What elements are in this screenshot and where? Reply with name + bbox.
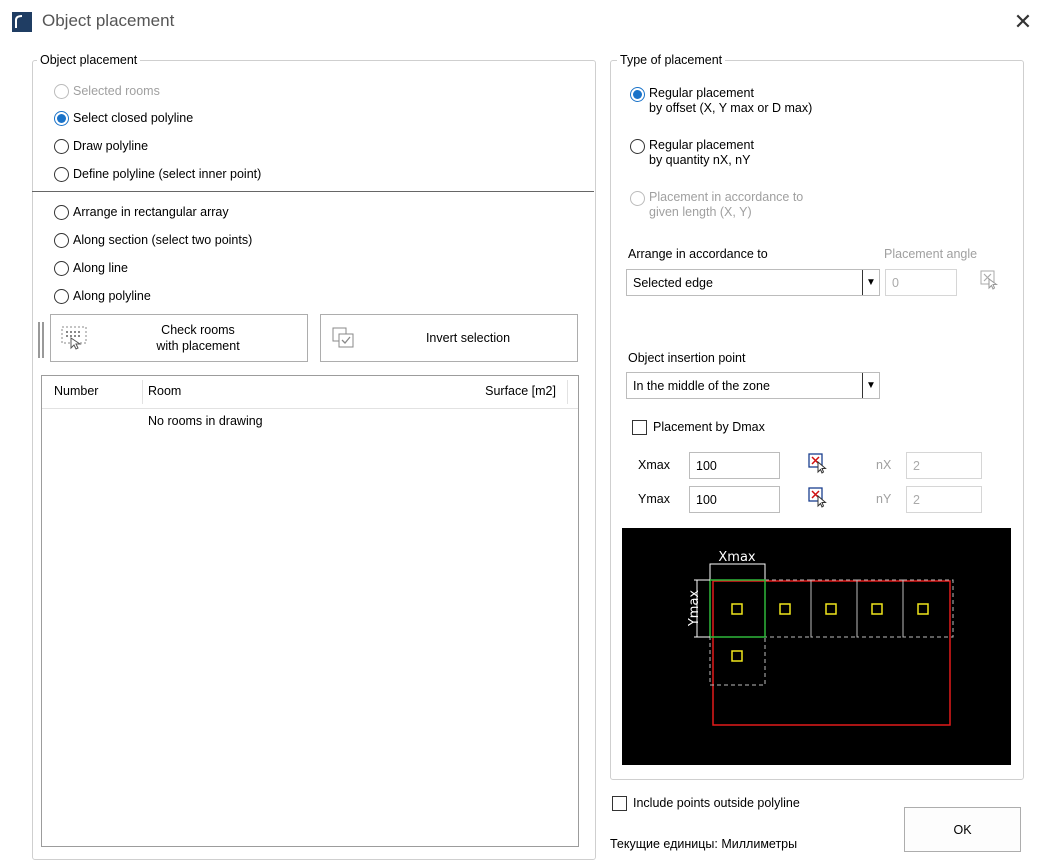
column-divider bbox=[142, 380, 143, 404]
units-text: Текущие единицы: Миллиметры bbox=[610, 837, 798, 851]
invert-selection-label: Invert selection bbox=[425, 331, 511, 345]
ok-label: OK bbox=[953, 822, 972, 837]
chevron-down-icon: ▼ bbox=[862, 270, 879, 295]
ymax-label: Ymax bbox=[638, 492, 670, 506]
app-icon bbox=[12, 12, 32, 32]
radio-regular-offset[interactable]: Regular placement by offset (X, Y max or… bbox=[630, 86, 812, 122]
radio-label: Regular placement by offset (X, Y max or… bbox=[649, 86, 813, 115]
arrange-select[interactable]: Selected edge ▼ bbox=[626, 269, 880, 296]
radio-label: Placement in accordance to given length … bbox=[649, 190, 804, 219]
radio-indicator bbox=[54, 166, 69, 182]
pick-angle-icon[interactable] bbox=[980, 270, 1000, 290]
check-rooms-label: Check rooms with placement bbox=[156, 323, 240, 353]
preview-ymax-text: Ymax bbox=[687, 590, 702, 628]
ny-input[interactable]: 2 bbox=[906, 486, 982, 513]
nx-input[interactable]: 2 bbox=[906, 452, 982, 479]
radio-along-section[interactable]: Along section (select two points) bbox=[54, 230, 252, 250]
radio-indicator bbox=[54, 110, 69, 126]
nx-label: nX bbox=[876, 458, 892, 472]
radio-regular-quantity[interactable]: Regular placement by quantity nX, nY bbox=[630, 138, 754, 174]
placement-preview: Ymax Xmax bbox=[622, 528, 1011, 765]
rooms-table[interactable]: Number Room Surface [m2] No rooms in dra… bbox=[41, 375, 579, 847]
xmax-value: 100 bbox=[696, 458, 717, 473]
radio-indicator bbox=[54, 232, 69, 248]
placement-by-dmax-checkbox[interactable]: Placement by Dmax bbox=[632, 417, 765, 437]
column-header-room[interactable]: Room bbox=[148, 376, 181, 406]
radio-indicator bbox=[630, 139, 645, 154]
column-divider bbox=[567, 380, 568, 404]
radio-indicator bbox=[54, 260, 69, 276]
xmax-input[interactable]: 100 bbox=[689, 452, 780, 479]
check-rooms-button[interactable]: Check rooms with placement bbox=[50, 314, 308, 362]
close-button[interactable]: ✕ bbox=[1011, 10, 1035, 34]
radio-label: Draw polyline bbox=[73, 139, 149, 153]
ymax-value: 100 bbox=[696, 492, 717, 507]
radio-label: Along section (select two points) bbox=[73, 233, 253, 247]
radio-indicator bbox=[630, 191, 645, 206]
radio-indicator bbox=[54, 83, 69, 99]
radio-label: Along polyline bbox=[73, 289, 151, 303]
placement-preview-drawing: Ymax Xmax bbox=[687, 550, 954, 726]
placement-angle-input[interactable]: 0 bbox=[885, 269, 957, 296]
radio-along-line[interactable]: Along line bbox=[54, 258, 128, 278]
checkbox-box bbox=[612, 795, 627, 811]
insertion-point-value: In the middle of the zone bbox=[633, 378, 770, 393]
chevron-down-icon: ▼ bbox=[862, 373, 879, 398]
radio-indicator bbox=[54, 204, 69, 220]
insertion-point-select[interactable]: In the middle of the zone ▼ bbox=[626, 372, 880, 399]
object-placement-group-title: Object placement bbox=[37, 53, 141, 67]
checkbox-label: Placement by Dmax bbox=[653, 420, 765, 434]
radio-indicator bbox=[54, 288, 69, 304]
title-bar: Object placement ✕ bbox=[0, 0, 1044, 46]
ok-button[interactable]: OK bbox=[904, 807, 1021, 852]
type-of-placement-title: Type of placement bbox=[617, 53, 726, 67]
drag-handle[interactable] bbox=[38, 322, 44, 358]
include-outside-checkbox[interactable]: Include points outside polyline bbox=[612, 793, 800, 813]
preview-xmax-text: Xmax bbox=[718, 550, 756, 565]
ny-label: nY bbox=[876, 492, 892, 506]
radio-label: Along line bbox=[73, 261, 128, 275]
radio-label: Regular placement by quantity nX, nY bbox=[649, 138, 754, 167]
invert-selection-icon bbox=[329, 323, 359, 353]
xmax-label: Xmax bbox=[638, 458, 670, 472]
radio-select-closed-polyline[interactable]: Select closed polyline bbox=[54, 108, 193, 128]
radio-rectangular-array[interactable]: Arrange in rectangular array bbox=[54, 202, 229, 222]
radio-selected-rooms[interactable]: Selected rooms bbox=[54, 81, 160, 101]
nx-value: 2 bbox=[913, 458, 920, 473]
placement-angle-label: Placement angle bbox=[884, 247, 978, 261]
ny-value: 2 bbox=[913, 492, 920, 507]
window-title: Object placement bbox=[42, 11, 175, 30]
ymax-input[interactable]: 100 bbox=[689, 486, 780, 513]
column-header-number[interactable]: Number bbox=[54, 376, 98, 406]
arrange-select-value: Selected edge bbox=[633, 275, 713, 290]
table-header: Number Room Surface [m2] bbox=[42, 376, 578, 409]
insertion-point-label: Object insertion point bbox=[628, 351, 746, 365]
table-empty-text: No rooms in drawing bbox=[148, 414, 263, 428]
radio-indicator bbox=[630, 87, 645, 102]
grid-select-icon bbox=[59, 323, 89, 353]
radio-define-polyline[interactable]: Define polyline (select inner point) bbox=[54, 164, 261, 184]
radio-given-length[interactable]: Placement in accordance to given length … bbox=[630, 190, 803, 226]
radio-indicator bbox=[54, 138, 69, 154]
radio-label: Selected rooms bbox=[73, 84, 160, 98]
placement-angle-value: 0 bbox=[892, 275, 899, 290]
arrange-label: Arrange in accordance to bbox=[628, 247, 768, 261]
radio-draw-polyline[interactable]: Draw polyline bbox=[54, 136, 148, 156]
pick-xmax-icon[interactable] bbox=[808, 453, 830, 475]
column-header-surface[interactable]: Surface [m2] bbox=[485, 376, 556, 406]
checkbox-label: Include points outside polyline bbox=[633, 796, 800, 810]
radio-label: Arrange in rectangular array bbox=[73, 205, 229, 219]
radio-along-polyline[interactable]: Along polyline bbox=[54, 286, 151, 306]
pick-ymax-icon[interactable] bbox=[808, 487, 830, 509]
radio-label: Select closed polyline bbox=[73, 111, 194, 125]
invert-selection-button[interactable]: Invert selection bbox=[320, 314, 578, 362]
checkbox-box bbox=[632, 419, 647, 435]
radio-label: Define polyline (select inner point) bbox=[73, 167, 262, 181]
section-divider bbox=[32, 191, 594, 192]
